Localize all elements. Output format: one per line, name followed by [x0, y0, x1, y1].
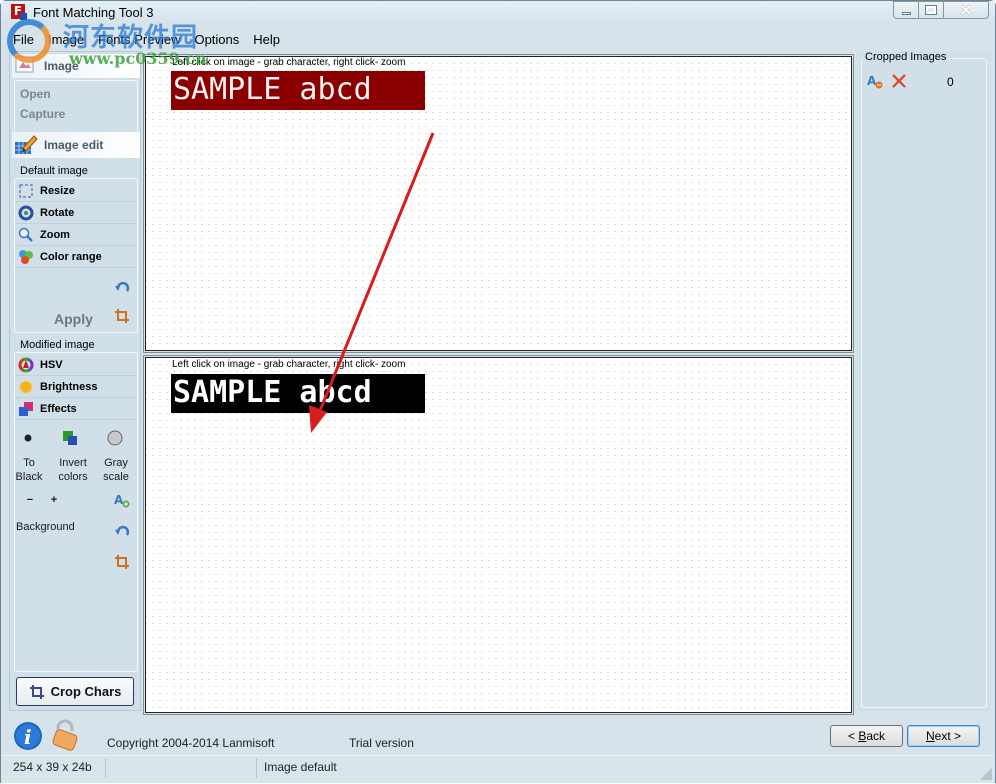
add-cropped-icon[interactable]: A	[114, 492, 130, 508]
background-minus-button[interactable]: −	[24, 493, 36, 507]
sample-image-original[interactable]: SAMPLE abcd	[171, 71, 425, 110]
resize-icon	[18, 183, 34, 199]
crop-chars-button[interactable]: Crop Chars	[16, 677, 134, 706]
info-icon[interactable]: i	[13, 721, 43, 751]
undo-modified-icon[interactable]	[114, 524, 130, 540]
copyright-text: Copyright 2004-2014 Lanmisoft	[107, 736, 275, 750]
crop-default-icon[interactable]	[114, 308, 130, 324]
svg-text:A: A	[114, 493, 124, 507]
undo-default-icon[interactable]	[114, 280, 130, 296]
rotate-icon	[18, 205, 34, 221]
lock-icon[interactable]	[49, 719, 81, 751]
status-separator	[105, 758, 106, 778]
svg-text:i: i	[24, 725, 32, 749]
status-mode: Image default	[264, 760, 337, 774]
footer: i Copyright 2004-2014 Lanmisoft Trial ve…	[1, 715, 995, 755]
effects-label: Effects	[40, 402, 77, 415]
svg-text:A: A	[867, 74, 877, 88]
color-range-icon	[18, 249, 34, 265]
default-image-canvas[interactable]: Left click on image - grab character, ri…	[145, 56, 852, 351]
cropped-count: 0	[947, 75, 954, 89]
title-bar: F Font Matching Tool 3	[1, 1, 995, 23]
cropped-images-title: Cropped Images	[863, 51, 949, 63]
status-bar: 254 x 39 x 24b Image default	[1, 755, 995, 783]
apply-button[interactable]: Apply	[54, 311, 93, 327]
menu-image[interactable]: Image	[48, 31, 91, 51]
modified-image-label: Modified image	[20, 339, 95, 351]
menu-fonts-preview[interactable]: Fonts Preview	[98, 31, 187, 51]
invert-colors-icon[interactable]	[62, 430, 78, 446]
app-logo-icon: F	[11, 4, 27, 20]
hsv-label: HSV	[40, 358, 63, 371]
trial-version-text: Trial version	[349, 736, 414, 750]
cropped-add-icon[interactable]: A	[867, 73, 883, 89]
close-icon: ✕	[960, 1, 972, 18]
image-edit-section-header[interactable]: Image edit	[12, 132, 140, 158]
menu-help[interactable]: Help	[253, 31, 287, 51]
maximize-button[interactable]	[918, 1, 944, 19]
rotate-tool[interactable]: Rotate	[15, 202, 137, 224]
effects-tool[interactable]: Effects	[15, 398, 137, 420]
modified-image-canvas[interactable]: Left click on image - grab character, ri…	[145, 357, 852, 713]
zoom-icon	[18, 227, 34, 243]
invert-colors-label[interactable]: Invert colors	[54, 456, 92, 484]
zoom-tool[interactable]: Zoom	[15, 224, 137, 246]
window-title: Font Matching Tool 3	[33, 5, 154, 20]
background-plus-button[interactable]: +	[48, 493, 60, 507]
capture-link[interactable]: Capture	[20, 107, 65, 121]
to-black-icon[interactable]	[23, 432, 39, 448]
status-separator	[256, 758, 257, 778]
crop-modified-icon[interactable]	[114, 554, 130, 570]
image-section-header[interactable]: Image	[12, 54, 140, 78]
delete-cropped-icon[interactable]	[891, 73, 907, 89]
canvas-hint-top: Left click on image - grab character, ri…	[172, 57, 406, 68]
resize-label: Resize	[40, 184, 75, 197]
gray-scale-icon[interactable]	[107, 430, 123, 446]
gray-scale-label[interactable]: Gray scale	[100, 456, 132, 484]
image-icon	[14, 55, 38, 77]
to-black-label[interactable]: To Black	[14, 456, 44, 484]
crop-chars-label: Crop Chars	[50, 684, 122, 699]
brightness-label: Brightness	[40, 380, 98, 393]
status-dimensions: 254 x 39 x 24b	[13, 760, 92, 774]
color-range-label: Color range	[40, 250, 102, 263]
brightness-tool[interactable]: Brightness	[15, 376, 137, 398]
menu-bar: File Image Fonts Preview Options Help	[1, 31, 294, 51]
color-range-tool[interactable]: Color range	[15, 246, 137, 268]
hsv-icon	[18, 357, 34, 373]
minimize-icon	[901, 11, 911, 15]
image-edit-title: Image edit	[44, 138, 104, 152]
menu-options[interactable]: Options	[194, 31, 246, 51]
crop-icon	[29, 684, 45, 700]
cropped-images-group	[861, 58, 987, 708]
app-window: F Font Matching Tool 3 ✕ File Image Font…	[0, 0, 996, 783]
image-edit-icon	[14, 134, 38, 156]
canvas-hint-bottom: Left click on image - grab character, ri…	[172, 359, 406, 370]
sample-image-modified[interactable]: SAMPLE abcd	[171, 374, 425, 413]
brightness-icon	[18, 379, 34, 395]
image-section-title: Image	[44, 59, 79, 73]
left-panel: Image Open Capture Image edit Default im…	[9, 51, 141, 711]
open-link[interactable]: Open	[20, 87, 51, 101]
background-label: Background	[16, 521, 75, 533]
next-button[interactable]: Next >	[907, 725, 980, 747]
right-panel: Cropped Images A 0	[857, 51, 991, 711]
resize-grip[interactable]	[980, 768, 992, 780]
menu-file[interactable]: File	[13, 31, 41, 51]
resize-tool[interactable]: Resize	[15, 180, 137, 202]
rotate-label: Rotate	[40, 206, 75, 219]
hsv-tool[interactable]: HSV	[15, 354, 137, 376]
minimize-button[interactable]	[893, 1, 919, 19]
back-button[interactable]: < Back	[830, 725, 903, 747]
maximize-icon	[925, 5, 937, 15]
close-button[interactable]: ✕	[943, 1, 989, 19]
zoom-label: Zoom	[40, 228, 70, 241]
default-image-label: Default image	[20, 165, 88, 177]
effects-icon	[18, 401, 34, 417]
